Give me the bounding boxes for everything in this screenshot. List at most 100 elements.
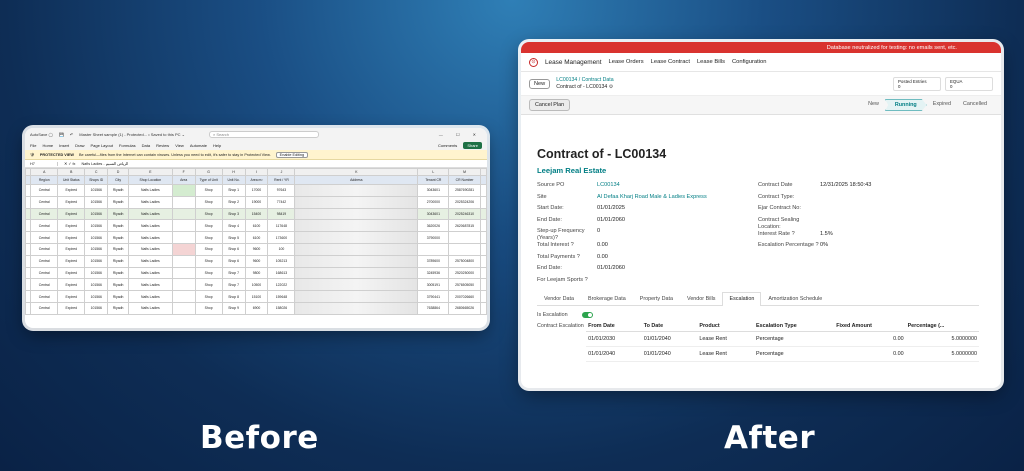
table-cell[interactable]: 7638864 <box>417 301 450 315</box>
header-cell[interactable]: Unit Status <box>57 175 86 185</box>
table-cell[interactable]: Nafis Ladies <box>128 266 173 280</box>
table-cell[interactable] <box>294 242 419 256</box>
table-cell[interactable]: Riyadh <box>107 290 129 303</box>
table-cell[interactable]: 117648 <box>267 219 296 233</box>
header-cell[interactable]: Address <box>294 175 419 185</box>
tab-vendor-bills[interactable]: Vendor Bills <box>680 292 722 305</box>
table-cell[interactable]: 2576505050 <box>448 278 481 292</box>
table-cell[interactable]: Central <box>30 278 59 292</box>
menu-lease-orders[interactable]: Lease Orders <box>609 59 644 65</box>
table-cell[interactable]: 100 <box>267 242 296 256</box>
field-value[interactable]: 0 <box>597 228 600 235</box>
table-cell[interactable]: 158026 <box>267 301 296 315</box>
table-cell[interactable]: Riyadh <box>107 231 129 244</box>
tab-amortization-schedule[interactable]: Amortization Schedule <box>761 292 829 305</box>
table-cell[interactable]: 17000 <box>244 184 269 197</box>
table-cell[interactable]: Expired <box>57 266 86 280</box>
table-cell[interactable]: 3790441 <box>417 290 450 303</box>
table-cell[interactable]: Central <box>30 290 59 303</box>
table-cell[interactable] <box>294 219 419 233</box>
table-cell[interactable] <box>294 266 419 280</box>
column-header[interactable]: I <box>244 168 269 176</box>
table-cell[interactable]: Shop <box>194 266 223 280</box>
name-box[interactable]: H7 <box>30 161 58 166</box>
table-cell[interactable]: Shop 6 <box>221 254 246 268</box>
table-cell[interactable] <box>294 290 419 303</box>
table-cell[interactable]: 159648 <box>267 290 296 303</box>
table-cell[interactable]: 3005191 <box>417 278 450 292</box>
table-cell[interactable]: Nafis Ladies <box>128 184 173 197</box>
table-cell[interactable] <box>171 195 196 209</box>
table-cell[interactable]: 2007026660 <box>448 290 481 303</box>
column-header[interactable]: F <box>171 168 196 176</box>
tab-property-data[interactable]: Property Data <box>633 292 680 305</box>
menu-lease-bills[interactable]: Lease Bills <box>697 59 725 65</box>
ribbon-tab-file[interactable]: File <box>30 143 36 148</box>
header-cell[interactable]: Region <box>30 175 59 185</box>
scrollbar-track[interactable] <box>479 231 487 244</box>
table-cell[interactable]: Nafis Ladies <box>128 278 173 292</box>
table-cell[interactable]: Shop 7 <box>221 278 246 292</box>
enable-editing-button[interactable]: Enable Editing <box>275 151 309 158</box>
table-cell[interactable]: Central <box>30 219 59 233</box>
scrollbar-track[interactable] <box>479 278 487 292</box>
header-cell[interactable]: Unit No. <box>221 175 246 185</box>
table-cell[interactable]: 101566 <box>84 219 109 233</box>
table-cell[interactable]: 2520250000 <box>448 266 481 280</box>
header-cell[interactable]: Area m² <box>244 175 269 185</box>
table-cell[interactable]: Shop 4 <box>221 219 246 233</box>
undo-icon[interactable]: ↶ <box>70 132 73 137</box>
column-header[interactable]: L <box>417 168 450 176</box>
table-cell[interactable] <box>171 231 196 244</box>
table-cell[interactable]: 101566 <box>84 231 109 244</box>
table-cell[interactable]: 2587690281 <box>448 184 481 197</box>
table-cell[interactable]: 101566 <box>84 184 109 197</box>
table-cell[interactable]: Riyadh <box>107 219 129 233</box>
table-cell[interactable]: Shop <box>194 219 223 233</box>
field-value[interactable]: 1.5% <box>820 231 833 238</box>
table-cell[interactable]: Central <box>30 195 59 209</box>
field-value[interactable]: 0% <box>820 242 828 249</box>
table-cell[interactable] <box>171 219 196 233</box>
table-cell[interactable]: 2680665026 <box>448 301 481 315</box>
header-cell[interactable]: Tenant CR <box>417 175 450 185</box>
table-cell[interactable]: 6900 <box>244 301 269 315</box>
header-cell[interactable]: Shops ID <box>84 175 109 185</box>
ribbon-tab-draw[interactable]: Draw <box>75 143 84 148</box>
scrollbar-track[interactable] <box>479 195 487 209</box>
column-header[interactable]: M <box>448 168 481 176</box>
scrollbar-track[interactable] <box>479 254 487 268</box>
table-cell[interactable]: 101566 <box>84 242 109 256</box>
breadcrumb-link[interactable]: LC00134 / Contract Data <box>556 77 613 84</box>
table-row[interactable]: 01/01/2040 01/01/2040 Lease Rent Percentage… <box>586 346 979 362</box>
comments-button[interactable]: Comments <box>438 143 457 148</box>
table-cell[interactable]: Shop <box>194 290 223 303</box>
table-cell[interactable]: Riyadh <box>107 266 129 280</box>
table-cell[interactable]: Expired <box>57 184 86 197</box>
window-controls[interactable]: — ☐ ✕ <box>439 132 482 137</box>
table-cell[interactable]: Riyadh <box>107 207 129 221</box>
table-cell[interactable]: Nafis Ladies <box>128 290 173 303</box>
column-header[interactable]: Product <box>697 321 755 332</box>
table-cell[interactable]: Nafis Ladies <box>128 254 173 268</box>
scrollbar-track[interactable] <box>479 290 487 303</box>
table-cell[interactable]: 9600 <box>244 254 269 268</box>
scrollbar-track[interactable] <box>479 207 487 221</box>
table-cell[interactable]: 19000 <box>244 195 269 209</box>
table-cell[interactable]: Shop <box>194 301 223 315</box>
column-header[interactable]: H <box>221 168 246 176</box>
table-cell[interactable]: Expired <box>57 290 86 303</box>
column-header[interactable]: J <box>267 168 296 176</box>
gear-icon[interactable]: ⚙ <box>609 84 614 90</box>
table-cell[interactable]: 9800 <box>244 266 269 280</box>
table-cell[interactable]: Expired <box>57 254 86 268</box>
table-cell[interactable]: 173600 <box>267 231 296 244</box>
field-value[interactable]: 12/31/2025 18:50:43 <box>820 182 871 189</box>
ribbon-tab-home[interactable]: Home <box>42 143 53 148</box>
column-header[interactable]: G <box>194 168 223 176</box>
table-cell[interactable]: Riyadh <box>107 184 129 197</box>
table-cell[interactable]: Shop 1 <box>221 184 246 197</box>
table-cell[interactable]: Shop 9 <box>221 301 246 315</box>
table-cell[interactable]: Central <box>30 242 59 256</box>
new-button[interactable]: New <box>529 78 551 89</box>
